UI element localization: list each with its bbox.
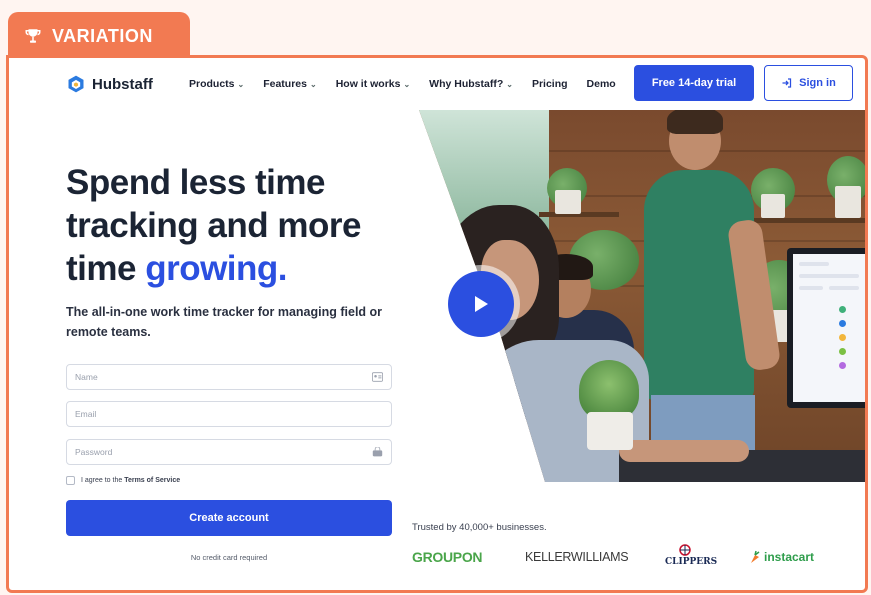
headline-line-1: Spend less time (66, 163, 325, 202)
nav-menu: Products ⌄ Features ⌄ How it works ⌄ Why… (189, 78, 635, 90)
nav-item-label: How it works (335, 78, 401, 90)
chevron-down-icon: ⌄ (237, 79, 245, 89)
no-credit-card-note: No credit card required (190, 553, 268, 562)
terms-checkbox[interactable] (66, 476, 75, 485)
nav-item-label: Demo (586, 78, 616, 90)
free-trial-button[interactable]: Free 14-day trial (634, 65, 754, 101)
brand-name: Hubstaff (92, 75, 153, 93)
chevron-down-icon: ⌄ (403, 79, 411, 89)
terms-link[interactable]: Terms of Service (124, 477, 180, 484)
password-placeholder: Password (75, 447, 113, 457)
sign-in-button[interactable]: Sign in (764, 65, 853, 101)
nav-item-pricing[interactable]: Pricing (532, 78, 568, 90)
trophy-icon (25, 29, 41, 43)
top-nav: Hubstaff Products ⌄ Features ⌄ How it wo… (9, 58, 865, 112)
password-field[interactable]: Password (66, 439, 392, 465)
headline-accent: growing. (145, 249, 288, 288)
carrot-icon (751, 550, 760, 563)
play-icon (475, 296, 488, 312)
terms-text: I agree to the Terms of Service (81, 477, 180, 484)
chevron-down-icon: ⌄ (310, 79, 317, 89)
hubstaff-logo[interactable]: Hubstaff (66, 74, 153, 94)
variation-badge: VARIATION (8, 12, 190, 60)
instacart-logo: instacart (750, 544, 814, 570)
hero-headline: Spend less time tracking and more time g… (66, 161, 361, 290)
variation-label: VARIATION (52, 25, 153, 46)
hubstaff-logo-icon (68, 75, 84, 93)
keller-williams-logo: KELLERWILLIAMS (525, 550, 629, 564)
email-field[interactable]: Email (66, 401, 392, 427)
customer-logos: GROUPON KELLERWILLIAMS CLIPPERS instacar… (412, 544, 852, 570)
nav-item-demo[interactable]: Demo (587, 78, 616, 90)
nav-item-products[interactable]: Products ⌄ (189, 78, 244, 90)
groupon-logo: GROUPON (412, 549, 483, 565)
name-field[interactable]: Name (66, 364, 392, 390)
id-card-icon (372, 372, 383, 382)
hero-subhead: The all-in-one work time tracker for man… (66, 305, 383, 339)
name-placeholder: Name (75, 372, 98, 382)
instacart-wordmark: instacart (764, 550, 815, 564)
nav-item-features[interactable]: Features ⌄ (263, 78, 316, 90)
play-video-button[interactable] (448, 271, 514, 337)
headline-line-3: time growing. (66, 247, 361, 290)
terms-prefix: I agree to the (81, 477, 125, 484)
email-placeholder: Email (75, 409, 97, 419)
nav-item-label: Features (263, 78, 307, 90)
sign-in-label: Sign in (799, 77, 836, 89)
nav-item-label: Why Hubstaff? (429, 78, 504, 90)
terms-row: I agree to the Terms of Service (66, 476, 180, 485)
headline-line-3-prefix: time (66, 249, 146, 288)
nav-item-label: Pricing (531, 78, 568, 90)
headline-line-2: tracking and more (66, 206, 361, 245)
page-frame: Hubstaff Products ⌄ Features ⌄ How it wo… (6, 55, 868, 593)
clippers-wordmark: CLIPPERS (665, 557, 718, 567)
nav-item-why-hubstaff[interactable]: Why Hubstaff? ⌄ (429, 78, 513, 90)
trusted-caption: Trusted by 40,000+ businesses. (412, 522, 547, 533)
nav-item-label: Products (189, 78, 235, 90)
password-manager-icon (372, 447, 383, 457)
sign-in-icon (782, 78, 792, 88)
clippers-logo: CLIPPERS (665, 544, 718, 570)
chevron-down-icon: ⌄ (506, 79, 513, 89)
nav-item-how-it-works[interactable]: How it works ⌄ (336, 78, 410, 90)
create-account-button[interactable]: Create account (66, 500, 392, 536)
